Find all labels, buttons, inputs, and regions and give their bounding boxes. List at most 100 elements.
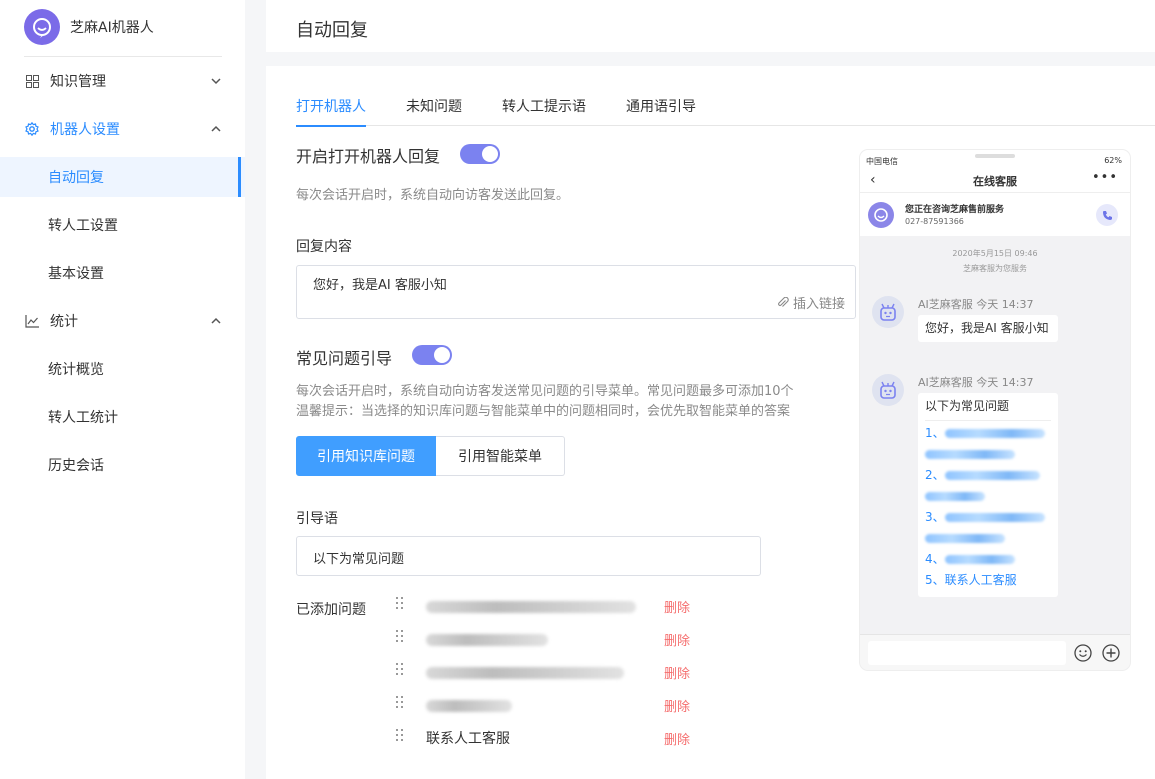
company-name: 您正在咨询芝麻售前服务	[905, 205, 1005, 215]
delete-button[interactable]: 删除	[664, 729, 690, 748]
battery-label: 62%	[1104, 156, 1122, 165]
question-text-redacted	[426, 634, 548, 646]
delete-button[interactable]: 删除	[664, 696, 690, 715]
sidebar-item-statistics[interactable]: 统计	[0, 297, 245, 345]
sidebar-item-history[interactable]: 历史会话	[0, 445, 245, 485]
robot-reply-hint: 每次会话开启时，系统自动向访客发送此回复。	[296, 188, 570, 203]
chat-timestamp: 2020年5月15日 09:46	[952, 249, 1038, 258]
phone-call-icon[interactable]	[1096, 204, 1118, 226]
sidebar-item-stats-overview[interactable]: 统计概览	[0, 349, 245, 389]
reply-content-label: 回复内容	[296, 239, 352, 255]
faq-link[interactable]: 3、	[925, 507, 1051, 528]
faq-hint-limit: 每次会话开启时，系统自动向访客发送常见问题的引导菜单。常见问题最多可添加10个	[296, 384, 794, 399]
faq-link[interactable]: 1、	[925, 423, 1051, 444]
sidebar-item-auto-reply[interactable]: 自动回复	[0, 157, 245, 197]
tab-general-guide[interactable]: 通用语引导	[626, 96, 696, 126]
delete-button[interactable]: 删除	[664, 663, 690, 682]
brand: 芝麻AI机器人	[24, 9, 154, 45]
robot-avatar-icon	[872, 296, 904, 328]
delete-button[interactable]: 删除	[664, 630, 690, 649]
chat-service-note: 芝麻客服为您服务	[963, 264, 1027, 273]
robot-avatar-icon	[872, 374, 904, 406]
question-row: 删除	[396, 628, 696, 650]
faq-link-cont	[925, 528, 1051, 549]
delete-button[interactable]: 删除	[664, 597, 690, 616]
faq-link-number: 3、	[925, 510, 945, 524]
question-row: 删除	[396, 661, 696, 683]
sidebar-item-transfer-settings[interactable]: 转人工设置	[0, 205, 245, 245]
brand-logo-icon	[24, 9, 60, 45]
faq-link[interactable]: 4、	[925, 549, 1051, 570]
robot-meta: AI芝麻客服 今天 14:37	[918, 298, 1034, 311]
question-text-redacted	[426, 601, 636, 613]
drag-handle-icon[interactable]	[396, 663, 406, 679]
emoji-icon[interactable]	[1074, 644, 1092, 662]
seg-smart-menu[interactable]: 引用智能菜单	[436, 436, 565, 476]
phone-status-bar: 中国电信 62%	[860, 150, 1130, 170]
faq-link-cont	[925, 486, 1051, 507]
sidebar: 芝麻AI机器人 知识管理 机器人设置 自动回复 转人工设置 基本设置 统计 统计…	[0, 0, 245, 779]
sidebar-item-knowledge[interactable]: 知识管理	[0, 57, 245, 105]
grid-icon	[24, 73, 40, 89]
faq-link-cont	[925, 444, 1051, 465]
chevron-up-icon	[211, 317, 221, 324]
sidebar-item-transfer-stats[interactable]: 转人工统计	[0, 397, 245, 437]
faq-bubble-title: 以下为常见问题	[925, 399, 1010, 413]
faq-guide-toggle[interactable]	[412, 345, 452, 365]
robot-reply-title: 开启打开机器人回复	[296, 147, 441, 166]
question-text-redacted	[426, 667, 624, 679]
faq-link-redacted	[925, 450, 1015, 459]
drag-handle-icon[interactable]	[396, 597, 406, 613]
guide-label: 引导语	[296, 511, 338, 527]
phone-notch	[975, 154, 1015, 158]
chat-bubble-greeting: 您好，我是AI 客服小知	[918, 315, 1058, 342]
faq-link-redacted	[925, 492, 985, 501]
faq-link-contact[interactable]: 5、联系人工客服	[925, 570, 1051, 591]
sidebar-item-label: 统计	[50, 314, 78, 330]
phone-title: 在线客服	[973, 175, 1017, 188]
paperclip-icon	[778, 296, 789, 307]
company-phone: 027-87591366	[905, 217, 964, 226]
chat-bubble-faq: 以下为常见问题 1、 2、 3、 4、 5、联系人工客服	[918, 393, 1058, 597]
phone-input-bar	[860, 634, 1130, 670]
seg-knowledge-questions[interactable]: 引用知识库问题	[296, 436, 436, 476]
sidebar-item-label: 机器人设置	[50, 122, 120, 138]
brand-name: 芝麻AI机器人	[70, 20, 154, 36]
plus-icon[interactable]	[1102, 644, 1120, 662]
company-info-bar: 您正在咨询芝麻售前服务 027-87591366	[860, 192, 1130, 236]
tab-transfer-prompt[interactable]: 转人工提示语	[502, 96, 586, 126]
drag-handle-icon[interactable]	[396, 630, 406, 646]
sidebar-item-robot-settings[interactable]: 机器人设置	[0, 105, 245, 153]
faq-link-redacted	[944, 429, 1045, 438]
tab-open-robot[interactable]: 打开机器人	[296, 96, 366, 127]
phone-preview: 中国电信 62% ‹ 在线客服 ••• 您正在咨询芝麻售前服务 027-8759…	[860, 150, 1130, 670]
page-title: 自动回复	[296, 20, 368, 41]
faq-link-redacted	[944, 555, 1015, 564]
more-icon[interactable]: •••	[1092, 170, 1118, 185]
insert-link-label: 插入链接	[792, 297, 845, 312]
tab-unknown-questions[interactable]: 未知问题	[406, 96, 462, 126]
carrier-label: 中国电信	[866, 157, 898, 166]
robot-reply-toggle[interactable]	[460, 144, 500, 164]
faq-link[interactable]: 2、	[925, 465, 1051, 486]
question-row: 联系人工客服 删除	[396, 727, 696, 749]
reply-content-textarea[interactable]: 您好，我是AI 客服小知 插入链接	[296, 265, 856, 319]
faq-link-redacted	[925, 534, 1005, 543]
drag-handle-icon[interactable]	[396, 696, 406, 712]
question-row: 删除	[396, 694, 696, 716]
insert-link-button[interactable]: 插入链接	[777, 293, 845, 312]
question-row: 删除	[396, 595, 696, 617]
question-text: 联系人工客服	[426, 731, 510, 747]
phone-nav-bar: ‹ 在线客服 •••	[860, 170, 1130, 192]
faq-hint-tip: 温馨提示：当选择的知识库问题与智能菜单中的问题相同时，会优先取智能菜单的答案	[296, 404, 791, 419]
faq-link-redacted	[944, 513, 1045, 522]
question-text-redacted	[426, 700, 512, 712]
faq-link-list: 1、 2、 3、 4、 5、联系人工客服	[925, 420, 1051, 591]
sidebar-item-basic-settings[interactable]: 基本设置	[0, 253, 245, 293]
drag-handle-icon[interactable]	[396, 729, 406, 745]
phone-message-input[interactable]	[868, 641, 1066, 665]
guide-input[interactable]: 以下为常见问题	[296, 536, 761, 576]
faq-link-number: 4、	[925, 552, 945, 566]
gear-icon	[24, 121, 40, 137]
company-avatar-icon	[868, 202, 894, 228]
